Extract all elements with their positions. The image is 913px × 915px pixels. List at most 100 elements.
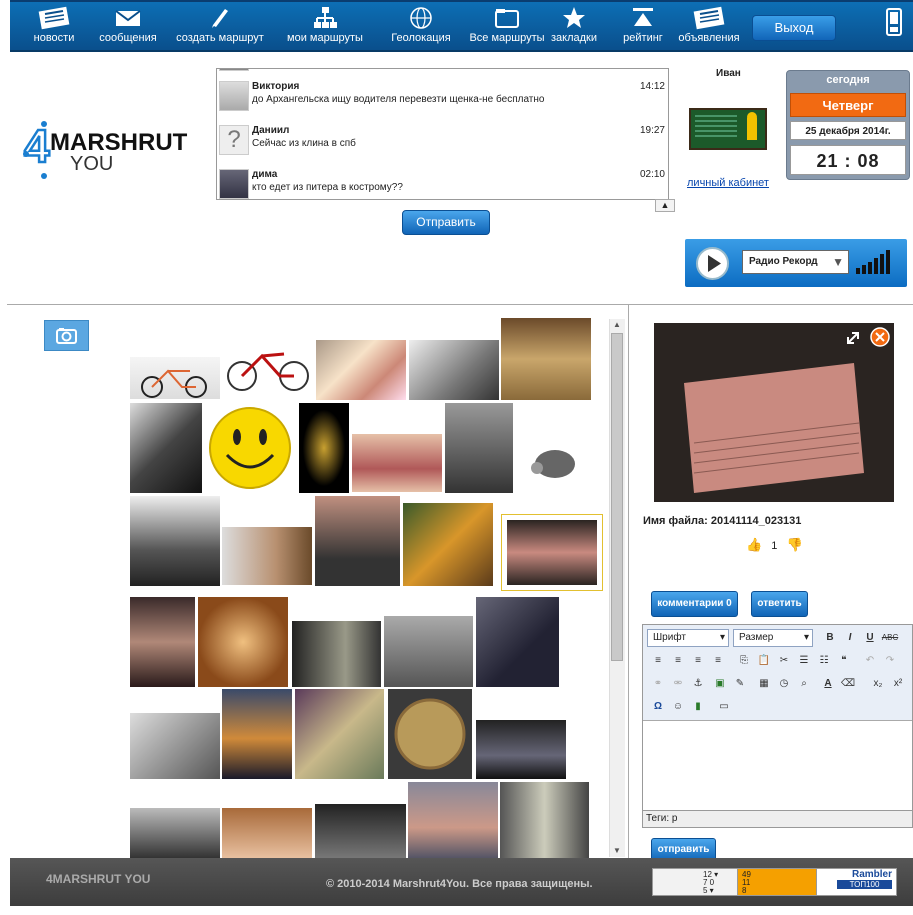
gallery-thumb[interactable]	[316, 340, 406, 400]
link-icon[interactable]: ⚭	[649, 675, 667, 693]
underline-icon[interactable]: U	[861, 629, 879, 647]
gallery-thumb[interactable]	[517, 430, 589, 492]
thumbs-down-icon[interactable]: 👎	[786, 537, 802, 552]
gallery-thumb[interactable]	[384, 616, 473, 687]
chat-author[interactable]: дима	[252, 169, 277, 180]
source-icon[interactable]: ▭	[715, 698, 733, 716]
close-icon[interactable]	[870, 327, 890, 347]
anchor-icon[interactable]: ⚓	[689, 675, 707, 693]
chat-send-button[interactable]: Отправить	[402, 210, 490, 235]
expand-icon[interactable]	[847, 332, 859, 344]
gallery-thumb[interactable]	[500, 782, 589, 858]
gallery-thumb[interactable]	[292, 621, 381, 687]
list-icon[interactable]: ☰	[795, 652, 813, 670]
liveinternet-counter[interactable]: 12 ▾ 7 0 5 ▾	[652, 868, 740, 896]
scrollbar-thumb[interactable]	[611, 333, 623, 661]
photo-preview[interactable]	[654, 323, 894, 502]
gallery-thumb[interactable]	[445, 403, 513, 493]
nav-news[interactable]: новости	[30, 6, 78, 44]
gallery-thumb[interactable]	[222, 334, 312, 400]
site-logo[interactable]: 4 MARSHRUT YOU	[10, 119, 210, 183]
nav-all-routes[interactable]: Все маршруты	[468, 6, 546, 44]
size-select[interactable]: Размер ▾	[733, 629, 813, 647]
thumbs-up-icon[interactable]: 👍	[746, 537, 762, 552]
user-avatar[interactable]	[689, 108, 767, 150]
unlink-icon[interactable]: ⚮	[669, 675, 687, 693]
gallery-thumb[interactable]	[222, 689, 292, 779]
upload-photo-button[interactable]	[44, 320, 89, 351]
radio-station-select[interactable]: Радио Рекорд ▼	[742, 250, 849, 274]
play-button[interactable]	[696, 247, 729, 280]
mail-counter[interactable]: 49 11 8	[737, 868, 817, 896]
image-icon[interactable]: ▣	[711, 675, 729, 693]
chat-messages-box[interactable]: Виктория до Архангельска ищу водителя пе…	[216, 68, 669, 200]
video-icon[interactable]: ▮	[689, 698, 707, 716]
clock-icon[interactable]: ◷	[775, 675, 793, 693]
gallery-thumb[interactable]	[388, 689, 472, 779]
brush-icon[interactable]: ✎	[731, 675, 749, 693]
avatar[interactable]	[219, 81, 249, 111]
redo-icon[interactable]: ↷	[881, 652, 899, 670]
table-icon[interactable]: ▦	[755, 675, 773, 693]
gallery-thumb[interactable]	[130, 403, 202, 493]
bold-icon[interactable]: B	[821, 629, 839, 647]
gallery-thumb[interactable]	[315, 804, 406, 858]
gallery-thumb[interactable]	[403, 503, 493, 586]
chat-author[interactable]: Даниил	[252, 125, 289, 136]
nav-geolocation[interactable]: Геолокация	[388, 6, 454, 44]
numbered-list-icon[interactable]: ☷	[815, 652, 833, 670]
omega-icon[interactable]: Ω	[649, 698, 667, 716]
scroll-down-arrow-icon[interactable]: ▼	[613, 846, 621, 855]
mobile-phone-icon[interactable]	[885, 8, 903, 36]
nav-messages[interactable]: сообщения	[98, 6, 158, 44]
align-center-icon[interactable]: ≡	[669, 652, 687, 670]
gallery-thumb[interactable]	[130, 357, 220, 399]
undo-icon[interactable]: ↶	[861, 652, 879, 670]
gallery-thumb[interactable]	[295, 689, 384, 779]
gallery-thumb[interactable]	[130, 808, 220, 858]
gallery-thumb[interactable]	[222, 808, 312, 858]
exit-button[interactable]: Выход	[752, 15, 836, 41]
gallery-thumb[interactable]	[198, 597, 288, 687]
nav-rating[interactable]: рейтинг	[618, 6, 668, 44]
paste-icon[interactable]: 📋	[755, 652, 773, 670]
personal-cabinet-link[interactable]: личный кабинет	[687, 177, 769, 189]
gallery-thumb[interactable]	[130, 496, 220, 586]
nav-ads[interactable]: объявления	[674, 6, 744, 44]
smiley-icon[interactable]: ☺	[669, 698, 687, 716]
comment-editor[interactable]: Шрифт ▾ Размер ▾ B I U ABC ≡ ≡ ≡ ≡ ⎘ 📋 ✂ ☰…	[642, 624, 913, 828]
chat-scroll-up-button[interactable]: ▲	[655, 199, 675, 212]
align-right-icon[interactable]: ≡	[689, 652, 707, 670]
font-select[interactable]: Шрифт ▾	[647, 629, 729, 647]
copy-icon[interactable]: ⎘	[735, 652, 753, 670]
superscript-icon[interactable]: x²	[889, 675, 907, 693]
text-color-icon[interactable]: A	[819, 675, 837, 693]
gallery-thumb[interactable]	[409, 340, 499, 400]
gallery-thumb[interactable]	[315, 496, 400, 586]
gallery-thumb[interactable]	[205, 403, 295, 493]
rambler-counter[interactable]: Rambler ТОП100	[816, 868, 897, 896]
align-justify-icon[interactable]: ≡	[709, 652, 727, 670]
gallery-thumb[interactable]	[130, 597, 195, 687]
avatar[interactable]	[219, 169, 249, 199]
gallery-thumb-selected[interactable]	[501, 514, 603, 591]
gallery-thumb[interactable]	[130, 713, 220, 779]
gallery-thumb[interactable]	[299, 403, 349, 493]
cut-icon[interactable]: ✂	[775, 652, 793, 670]
strikethrough-icon[interactable]: ABC	[881, 629, 899, 647]
comments-button[interactable]: комментарии 0	[651, 591, 738, 617]
question-icon[interactable]: ?	[219, 125, 249, 155]
gallery-thumb[interactable]	[476, 720, 566, 779]
italic-icon[interactable]: I	[841, 629, 859, 647]
volume-bars-icon[interactable]	[856, 250, 894, 274]
align-left-icon[interactable]: ≡	[649, 652, 667, 670]
gallery-thumb[interactable]	[352, 434, 442, 492]
reply-button[interactable]: ответить	[751, 591, 808, 617]
chat-author[interactable]: Виктория	[252, 81, 299, 92]
nav-bookmarks[interactable]: закладки	[546, 6, 602, 44]
eraser-icon[interactable]: ⌫	[839, 675, 857, 693]
gallery-thumb[interactable]	[408, 782, 498, 858]
nav-my-routes[interactable]: мои маршруты	[284, 6, 366, 44]
quote-icon[interactable]: ❝	[835, 652, 853, 670]
gallery-thumb[interactable]	[501, 318, 591, 400]
